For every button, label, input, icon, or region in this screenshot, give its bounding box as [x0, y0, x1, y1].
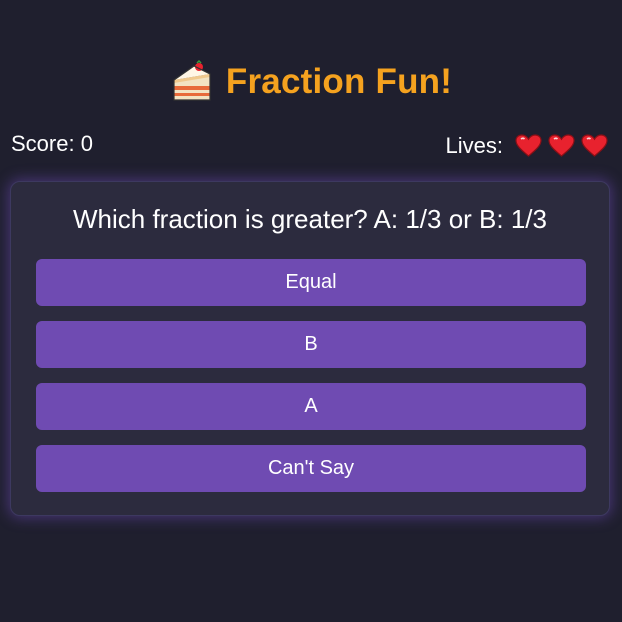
score-display: Score: 0	[11, 131, 93, 156]
answer-button-a[interactable]: A	[36, 383, 586, 430]
lives-label: Lives:	[445, 133, 503, 158]
heart-icon	[581, 134, 608, 158]
cake-slice-icon	[170, 59, 214, 104]
lives-display: Lives:	[446, 133, 608, 159]
heart-icon	[515, 134, 542, 158]
answer-button-b[interactable]: B	[36, 321, 586, 368]
game-title: Fraction Fun!	[225, 62, 453, 101]
game-screen: Fraction Fun! Score: 0 Lives: Which frac…	[0, 0, 622, 622]
question-text: Which fraction is greater? A: 1/3 or B: …	[72, 204, 547, 234]
question-card: Which fraction is greater? A: 1/3 or B: …	[10, 181, 610, 516]
answer-button-equal[interactable]: Equal	[36, 259, 586, 306]
answer-button-cant-say[interactable]: Can't Say	[36, 445, 586, 492]
heart-icon	[548, 134, 575, 158]
title-row: Fraction Fun!	[0, 59, 622, 104]
